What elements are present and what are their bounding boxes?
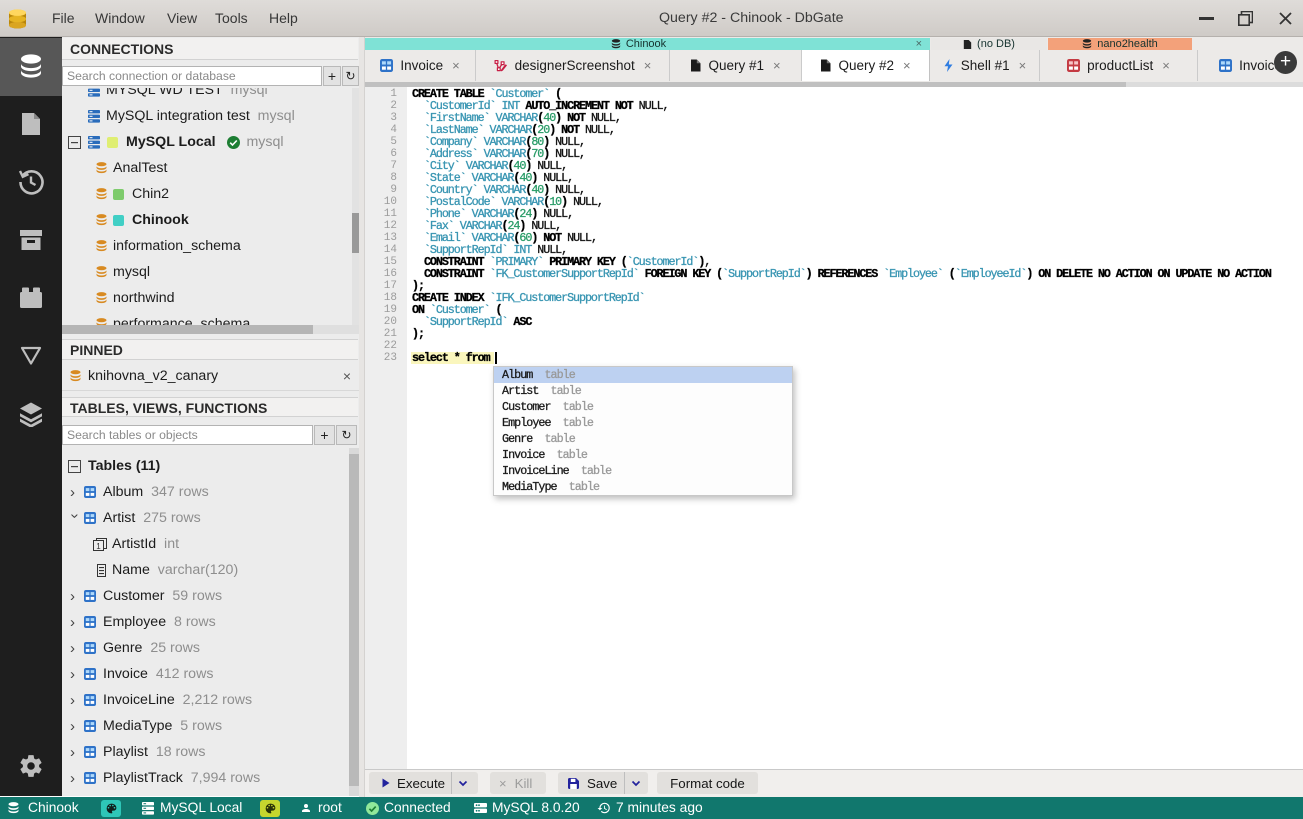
svg-text:1: 1 [96, 542, 101, 551]
